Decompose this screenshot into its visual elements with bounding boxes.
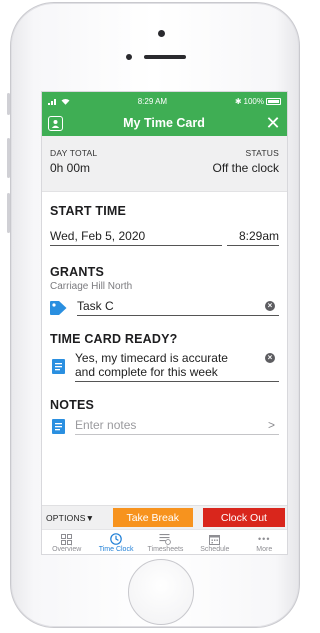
status-bar: 8:29 AM ✱ 100%	[42, 92, 287, 110]
app-screen: 8:29 AM ✱ 100% My Time Card ✕ DAY TOTAL …	[41, 91, 288, 555]
tab-timesheets-label: Timesheets	[147, 546, 184, 553]
tab-schedule[interactable]: Schedule	[190, 530, 239, 554]
tab-more-label: More	[256, 546, 273, 553]
caret-down-icon: ▼	[85, 512, 95, 523]
tab-bar: Overview Time Clock Timesheets Schedule …	[42, 529, 287, 554]
notes-title: NOTES	[50, 398, 95, 412]
signal-wifi-indicators	[48, 98, 70, 105]
task-field[interactable]: Task C ×	[77, 299, 279, 316]
page-title: My Time Card	[123, 116, 205, 130]
battery-percent: 100%	[243, 96, 264, 106]
front-camera	[158, 30, 165, 37]
list-icon	[159, 534, 172, 545]
answer-line-2: and complete for this week	[75, 365, 218, 379]
volume-down-button	[7, 193, 10, 233]
day-total-label: DAY TOTAL	[50, 148, 98, 158]
home-button[interactable]	[128, 559, 194, 625]
more-icon: •••	[258, 534, 271, 544]
volume-up-button	[7, 138, 10, 178]
start-date-field[interactable]: Wed, Feb 5, 2020	[50, 229, 222, 246]
day-total: DAY TOTAL 0h 00m	[50, 148, 97, 191]
action-bar: OPTIONS▼ Take Break Clock Out	[42, 505, 287, 529]
notes-row[interactable]: Enter notes >	[50, 418, 279, 435]
task-row[interactable]: Task C ×	[50, 299, 279, 316]
tab-overview[interactable]: Overview	[42, 530, 91, 554]
tab-more[interactable]: ••• More	[240, 530, 287, 554]
battery-area: ✱ 100%	[235, 97, 281, 106]
notes-section: NOTES Enter notes >	[42, 382, 287, 435]
document-icon	[52, 359, 65, 374]
timecard-ready-answer: Yes, my timecard is accurate and complet…	[75, 351, 228, 379]
signal-icon	[48, 98, 56, 105]
status-value: Off the clock	[212, 161, 279, 175]
status-label: STATUS	[245, 148, 279, 158]
tab-timesheets[interactable]: Timesheets	[141, 530, 190, 554]
timecard-ready-field[interactable]: Yes, my timecard is accurate and complet…	[75, 351, 279, 382]
calendar-icon	[209, 534, 221, 545]
wifi-icon	[61, 98, 70, 105]
tab-schedule-label: Schedule	[200, 546, 230, 553]
timecard-ready-row[interactable]: Yes, my timecard is accurate and complet…	[50, 351, 279, 382]
options-dropdown[interactable]: OPTIONS▼	[46, 513, 109, 523]
tab-time-clock[interactable]: Time Clock	[92, 530, 141, 554]
timecard-ready-title: TIME CARD READY?	[50, 332, 178, 346]
grants-section: GRANTS Carriage Hill North Task C ×	[42, 246, 287, 316]
answer-line-1: Yes, my timecard is accurate	[75, 351, 228, 365]
clear-task-icon[interactable]: ×	[265, 301, 275, 311]
profile-icon[interactable]	[48, 115, 63, 131]
tag-icon	[50, 300, 67, 315]
earpiece-speaker	[144, 55, 186, 59]
battery-icon	[266, 97, 281, 105]
notes-placeholder: Enter notes	[75, 418, 137, 432]
mute-switch	[7, 93, 10, 115]
grid-icon	[61, 533, 73, 545]
sensor-dot	[126, 54, 132, 60]
timecard-ready-section: TIME CARD READY? Yes, my timecard is acc…	[42, 316, 287, 382]
start-time-row: Wed, Feb 5, 2020 8:29am	[50, 229, 279, 246]
options-label: OPTIONS	[46, 512, 86, 523]
chevron-right-icon: >	[267, 418, 275, 432]
clock-status: STATUS Off the clock	[213, 148, 279, 191]
bluetooth-icon: ✱	[234, 96, 242, 106]
tab-overview-label: Overview	[52, 546, 82, 553]
nav-bar: My Time Card ✕	[42, 110, 287, 136]
notes-document-icon	[52, 419, 65, 434]
grants-title: GRANTS	[50, 265, 104, 279]
clock-icon	[110, 533, 122, 545]
close-icon[interactable]: ✕	[265, 114, 281, 132]
clock-out-button[interactable]: Clock Out	[202, 508, 285, 527]
phone-frame: 8:29 AM ✱ 100% My Time Card ✕ DAY TOTAL …	[7, 2, 300, 628]
status-time: 8:29 AM	[137, 96, 168, 106]
take-break-button[interactable]: Take Break	[112, 508, 193, 527]
start-time-section: START TIME Wed, Feb 5, 2020 8:29am	[42, 192, 287, 246]
clear-ready-icon[interactable]: ×	[265, 353, 275, 363]
start-time-title: START TIME	[50, 204, 127, 218]
person-icon	[51, 119, 60, 128]
task-value: Task C	[77, 299, 114, 313]
tab-time-clock-label: Time Clock	[98, 546, 134, 553]
notes-input[interactable]: Enter notes >	[75, 418, 279, 435]
grants-subtitle: Carriage Hill North	[50, 281, 133, 292]
day-summary: DAY TOTAL 0h 00m STATUS Off the clock	[42, 136, 287, 192]
day-total-value: 0h 00m	[50, 161, 91, 175]
start-time-field[interactable]: 8:29am	[227, 229, 279, 246]
